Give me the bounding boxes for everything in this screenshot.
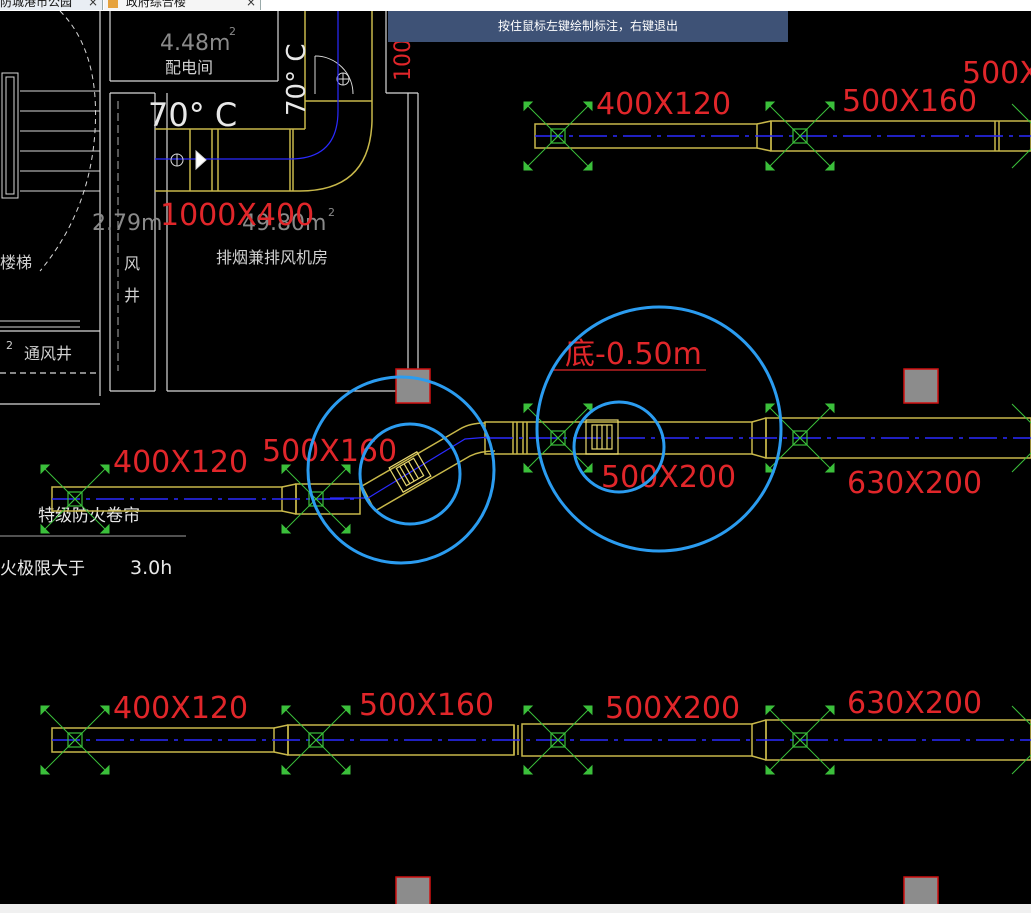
duct-size-label: 400X120 xyxy=(596,87,731,122)
column xyxy=(903,368,939,404)
tab-drawing-1[interactable]: 防城港市公园 × xyxy=(0,0,103,10)
duct-size-label: 400X120 xyxy=(113,445,248,480)
duct-size-label: 630X200 xyxy=(847,466,982,501)
duct-size-label: 500X160 xyxy=(359,688,494,723)
status-strip xyxy=(0,904,1031,913)
duct-size-label: 500X1 xyxy=(962,56,1031,91)
room-name: 楼梯 xyxy=(0,253,32,272)
cad-drawing-canvas[interactable]: 4.48m 2 配电间 70° C 70° C 1000 2.79m 风 井 4… xyxy=(0,11,1031,904)
floorplan-labels: 4.48m 2 配电间 70° C 70° C 1000 2.79m 风 井 4… xyxy=(0,25,416,579)
room-name: 通风井 xyxy=(24,344,72,363)
room-name: 排烟兼排风机房 xyxy=(216,248,328,267)
duct-size-label: 1000X400 xyxy=(160,198,314,233)
column xyxy=(395,368,431,404)
tab-label: 政府综合楼 xyxy=(125,0,186,9)
damper-in-duct xyxy=(585,419,619,455)
command-hint-banner: 按住鼠标左键绘制标注，右键退出 xyxy=(388,11,788,42)
document-tab-bar: 防城港市公园 × 政府综合楼 × xyxy=(0,0,1031,11)
note-text: 特级防火卷帘 xyxy=(38,506,140,526)
duct-size-label: 400X120 xyxy=(113,691,248,726)
area-label: 2.79m xyxy=(92,211,162,236)
column xyxy=(903,876,939,904)
room-name: 配电间 xyxy=(165,58,213,77)
fire-damper-symbol xyxy=(170,149,207,171)
elevation-label: 底-0.50m xyxy=(565,337,702,372)
door-swing xyxy=(314,55,354,95)
room-name: 风 xyxy=(124,254,140,273)
annotation-circles xyxy=(306,305,783,565)
stair-symbol xyxy=(0,11,100,328)
duct-size-label: 500X200 xyxy=(605,691,740,726)
area-label: 4.48m xyxy=(160,31,230,56)
close-icon[interactable]: × xyxy=(246,0,256,10)
area-unit-sup: 2 xyxy=(229,25,236,38)
annotation-circle-outer[interactable] xyxy=(306,375,496,565)
duct-size-label: 500X200 xyxy=(601,460,736,495)
structural-columns xyxy=(395,368,939,904)
temperature-label: 70° C xyxy=(148,96,237,134)
tab-drawing-2[interactable]: 政府综合楼 × xyxy=(104,0,261,10)
file-icon xyxy=(108,0,118,8)
duct-size-label: 500X160 xyxy=(262,434,397,469)
column xyxy=(395,876,431,904)
area-unit-sup: 2 xyxy=(328,206,335,219)
area-unit-sup: 2 xyxy=(6,339,13,352)
close-icon[interactable]: × xyxy=(88,0,98,10)
room-name: 井 xyxy=(124,286,140,305)
note-text: 3.0h xyxy=(130,557,172,579)
duct-size-label: 500X160 xyxy=(842,84,977,119)
duct-size-label: 630X200 xyxy=(847,686,982,721)
tab-label: 防城港市公园 xyxy=(0,0,73,9)
temperature-label-vertical: 70° C xyxy=(282,43,312,116)
note-text: 火极限大于 xyxy=(0,559,85,579)
